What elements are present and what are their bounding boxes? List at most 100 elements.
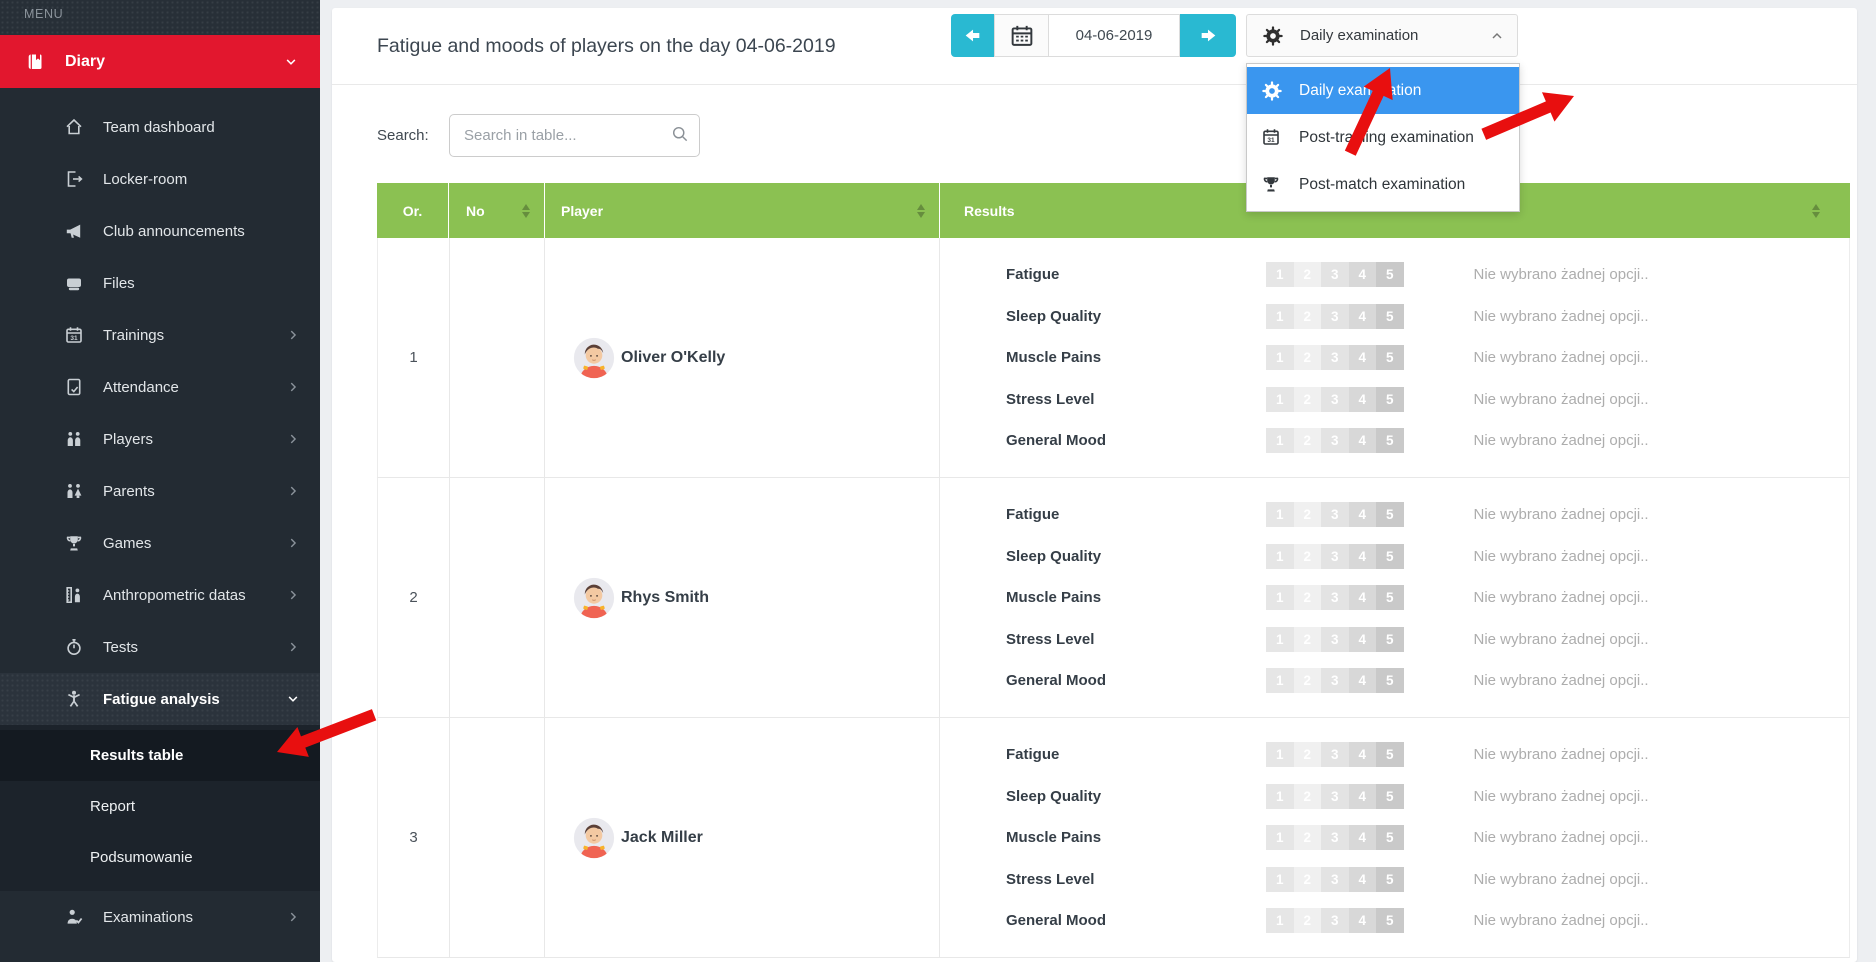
sidebar-item-files[interactable]: Files xyxy=(0,257,320,309)
date-field[interactable] xyxy=(1049,14,1180,57)
rating-3-button[interactable]: 3 xyxy=(1321,784,1349,809)
exam-option-post-training-examination[interactable]: 31 Post-training examination xyxy=(1247,114,1519,161)
rating-4-button[interactable]: 4 xyxy=(1349,867,1377,892)
rating-4-button[interactable]: 4 xyxy=(1349,428,1377,453)
rating-4-button[interactable]: 4 xyxy=(1349,262,1377,287)
sidebar-item-podsumowanie[interactable]: Podsumowanie xyxy=(0,832,320,883)
column-header-player[interactable]: Player xyxy=(545,183,940,238)
sidebar-item-players[interactable]: Players xyxy=(0,413,320,465)
rating-2-button[interactable]: 2 xyxy=(1294,502,1322,527)
rating-2-button[interactable]: 2 xyxy=(1294,544,1322,569)
rating-3-button[interactable]: 3 xyxy=(1321,867,1349,892)
rating-4-button[interactable]: 4 xyxy=(1349,908,1377,933)
rating-2-button[interactable]: 2 xyxy=(1294,387,1322,412)
sidebar-item-results-table[interactable]: Results table xyxy=(0,730,320,781)
rating-2-button[interactable]: 2 xyxy=(1294,262,1322,287)
calendar-button[interactable] xyxy=(994,14,1049,57)
search-input[interactable] xyxy=(449,114,700,157)
rating-4-button[interactable]: 4 xyxy=(1349,345,1377,370)
rating-2-button[interactable]: 2 xyxy=(1294,908,1322,933)
rating-4-button[interactable]: 4 xyxy=(1349,387,1377,412)
rating-1-button[interactable]: 1 xyxy=(1266,502,1294,527)
rating-4-button[interactable]: 4 xyxy=(1349,825,1377,850)
rating-4-button[interactable]: 4 xyxy=(1349,784,1377,809)
sidebar-item-tests[interactable]: Tests xyxy=(0,621,320,673)
sidebar-item-team-dashboard[interactable]: Team dashboard xyxy=(0,101,320,153)
rating-5-button[interactable]: 5 xyxy=(1376,262,1404,287)
rating-2-button[interactable]: 2 xyxy=(1294,345,1322,370)
rating-2-button[interactable]: 2 xyxy=(1294,668,1322,693)
sidebar-item-anthropometric-datas[interactable]: Anthropometric datas xyxy=(0,569,320,621)
rating-5-button[interactable]: 5 xyxy=(1376,585,1404,610)
sidebar-item-trainings[interactable]: 31Trainings xyxy=(0,309,320,361)
rating-5-button[interactable]: 5 xyxy=(1376,627,1404,652)
sidebar-item-report[interactable]: Report xyxy=(0,781,320,832)
rating-3-button[interactable]: 3 xyxy=(1321,627,1349,652)
rating-5-button[interactable]: 5 xyxy=(1376,387,1404,412)
rating-5-button[interactable]: 5 xyxy=(1376,428,1404,453)
exam-option-post-match-examination[interactable]: Post-match examination xyxy=(1247,161,1519,208)
sidebar-item-club-announcements[interactable]: Club announcements xyxy=(0,205,320,257)
rating-1-button[interactable]: 1 xyxy=(1266,544,1294,569)
rating-4-button[interactable]: 4 xyxy=(1349,304,1377,329)
rating-4-button[interactable]: 4 xyxy=(1349,668,1377,693)
rating-1-button[interactable]: 1 xyxy=(1266,867,1294,892)
rating-5-button[interactable]: 5 xyxy=(1376,908,1404,933)
column-header-no[interactable]: No xyxy=(449,183,545,238)
rating-4-button[interactable]: 4 xyxy=(1349,585,1377,610)
rating-3-button[interactable]: 3 xyxy=(1321,825,1349,850)
rating-4-button[interactable]: 4 xyxy=(1349,502,1377,527)
rating-2-button[interactable]: 2 xyxy=(1294,428,1322,453)
rating-1-button[interactable]: 1 xyxy=(1266,825,1294,850)
rating-4-button[interactable]: 4 xyxy=(1349,544,1377,569)
rating-5-button[interactable]: 5 xyxy=(1376,544,1404,569)
rating-3-button[interactable]: 3 xyxy=(1321,387,1349,412)
rating-3-button[interactable]: 3 xyxy=(1321,304,1349,329)
rating-3-button[interactable]: 3 xyxy=(1321,585,1349,610)
rating-1-button[interactable]: 1 xyxy=(1266,784,1294,809)
rating-3-button[interactable]: 3 xyxy=(1321,668,1349,693)
next-day-button[interactable] xyxy=(1180,14,1236,57)
rating-3-button[interactable]: 3 xyxy=(1321,544,1349,569)
rating-1-button[interactable]: 1 xyxy=(1266,345,1294,370)
rating-2-button[interactable]: 2 xyxy=(1294,627,1322,652)
rating-3-button[interactable]: 3 xyxy=(1321,742,1349,767)
rating-2-button[interactable]: 2 xyxy=(1294,742,1322,767)
rating-5-button[interactable]: 5 xyxy=(1376,304,1404,329)
rating-3-button[interactable]: 3 xyxy=(1321,345,1349,370)
rating-4-button[interactable]: 4 xyxy=(1349,742,1377,767)
rating-5-button[interactable]: 5 xyxy=(1376,825,1404,850)
rating-4-button[interactable]: 4 xyxy=(1349,627,1377,652)
rating-3-button[interactable]: 3 xyxy=(1321,262,1349,287)
rating-1-button[interactable]: 1 xyxy=(1266,387,1294,412)
rating-1-button[interactable]: 1 xyxy=(1266,668,1294,693)
rating-2-button[interactable]: 2 xyxy=(1294,825,1322,850)
rating-1-button[interactable]: 1 xyxy=(1266,262,1294,287)
examination-type-select[interactable]: Daily examination xyxy=(1246,14,1518,57)
rating-3-button[interactable]: 3 xyxy=(1321,502,1349,527)
sidebar-item-fatigue-analysis[interactable]: Fatigue analysis xyxy=(0,673,320,725)
rating-5-button[interactable]: 5 xyxy=(1376,784,1404,809)
rating-3-button[interactable]: 3 xyxy=(1321,908,1349,933)
rating-2-button[interactable]: 2 xyxy=(1294,585,1322,610)
rating-1-button[interactable]: 1 xyxy=(1266,908,1294,933)
rating-1-button[interactable]: 1 xyxy=(1266,742,1294,767)
rating-5-button[interactable]: 5 xyxy=(1376,867,1404,892)
rating-1-button[interactable]: 1 xyxy=(1266,304,1294,329)
rating-5-button[interactable]: 5 xyxy=(1376,345,1404,370)
rating-1-button[interactable]: 1 xyxy=(1266,585,1294,610)
sidebar-item-parents[interactable]: Parents xyxy=(0,465,320,517)
previous-day-button[interactable] xyxy=(951,14,994,57)
rating-3-button[interactable]: 3 xyxy=(1321,428,1349,453)
rating-2-button[interactable]: 2 xyxy=(1294,867,1322,892)
rating-5-button[interactable]: 5 xyxy=(1376,742,1404,767)
rating-1-button[interactable]: 1 xyxy=(1266,428,1294,453)
sidebar-item-locker-room[interactable]: Locker-room xyxy=(0,153,320,205)
rating-2-button[interactable]: 2 xyxy=(1294,784,1322,809)
rating-5-button[interactable]: 5 xyxy=(1376,502,1404,527)
exam-option-daily-examination[interactable]: Daily examination xyxy=(1247,67,1519,114)
rating-5-button[interactable]: 5 xyxy=(1376,668,1404,693)
sidebar-item-games[interactable]: Games xyxy=(0,517,320,569)
sidebar-item-diary[interactable]: Diary xyxy=(0,35,320,88)
rating-2-button[interactable]: 2 xyxy=(1294,304,1322,329)
